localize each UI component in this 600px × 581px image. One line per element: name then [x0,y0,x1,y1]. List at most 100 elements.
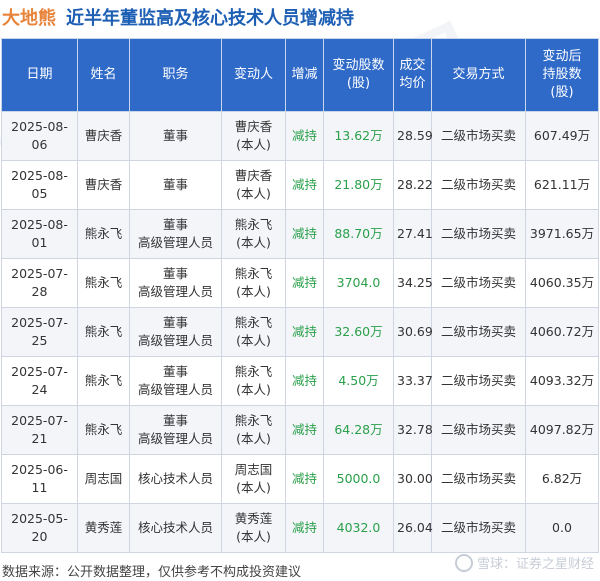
change-type-cell: 减持 [285,111,324,161]
date-cell: 2025-07-24 [1,356,78,406]
actor-line: 熊永飞 [234,413,273,428]
change-type-cell: 减持 [285,356,324,406]
name-cell: 熊永飞 [77,209,130,259]
holding-after-cell: 4060.72万 [525,307,599,357]
actor-cell: 周志国 (本人) [221,454,286,504]
column-header: 日期 [1,38,78,112]
actor-cell: 曹庆香 (本人) [221,160,286,210]
trade-method-cell: 二级市场买卖 [431,405,526,455]
shares-changed-cell: 3704.0 [323,258,394,308]
date-cell: 2025-08-06 [1,111,78,161]
name-cell: 熊永飞 [77,405,130,455]
avg-price-cell: 28.59 [393,111,433,161]
actor-line: 熊永飞 [234,364,273,379]
shares-changed-cell: 64.28万 [323,405,394,455]
role-cell: 董事 高级管理人员 [129,356,222,406]
column-header: 姓名 [77,38,130,112]
shares-changed-cell: 21.80万 [323,160,394,210]
role-line: 高级管理人员 [137,382,213,397]
table-row: 2025-05-20 黄秀莲 核心技术人员 黄秀莲 (本人) 减持 4032.0 26.04 二… [1,503,599,553]
avg-price-cell: 26.04 [393,503,433,553]
name-cell: 曹庆香 [77,111,130,161]
trade-method-cell: 二级市场买卖 [431,454,526,504]
role-line: 董事 [162,266,188,281]
date-cell: 2025-07-21 [1,405,78,455]
role-line: 董事 [162,217,188,232]
table-row: 2025-07-24 熊永飞 董事 高级管理人员 熊永飞 (本人) 减持 4.50万 33.37… [1,356,599,406]
table-row: 2025-07-21 熊永飞 董事 高级管理人员 熊永飞 (本人) 减持 64.28万 32.7… [1,405,599,455]
trade-method-cell: 二级市场买卖 [431,258,526,308]
company-name: 大地熊 [2,8,56,29]
holding-after-cell: 3971.65万 [525,209,599,259]
actor-line: (本人) [236,235,271,250]
actor-line: 周志国 [234,462,273,477]
actor-line: (本人) [236,382,271,397]
role-cell: 董事 [129,160,222,210]
role-cell: 董事 [129,111,222,161]
actor-line: (本人) [236,137,271,152]
actor-cell: 熊永飞 (本人) [221,258,286,308]
role-line: 董事 [162,177,188,192]
actor-cell: 黄秀莲 (本人) [221,503,286,553]
change-type-cell: 减持 [285,503,324,553]
change-type-cell: 减持 [285,307,324,357]
trade-method-cell: 二级市场买卖 [431,160,526,210]
table-row: 2025-07-28 熊永飞 董事 高级管理人员 熊永飞 (本人) 减持 3704.0 34.2… [1,258,599,308]
date-cell: 2025-07-28 [1,258,78,308]
holding-after-cell: 0.0 [525,503,599,553]
actor-line: (本人) [236,480,271,495]
role-line: 董事 [162,413,188,428]
shares-changed-cell: 5000.0 [323,454,394,504]
change-type-cell: 减持 [285,160,324,210]
actor-line: 熊永飞 [234,217,273,232]
actor-line: 曹庆香 [234,168,273,183]
role-line: 核心技术人员 [137,471,213,486]
table-header-row: 日期 姓名 职务 变动人 增减 变动股数 (股) 成交 均价 交易方式 变动后 持股数 (股) [1,38,599,112]
data-source-note: 数据来源：公开数据整理，仅供参考不构成投资建议 [2,565,302,580]
holding-after-cell: 4060.35万 [525,258,599,308]
actor-line: 黄秀莲 [234,511,273,526]
role-cell: 董事 高级管理人员 [129,307,222,357]
holding-after-cell: 607.49万 [525,111,599,161]
role-line: 核心技术人员 [137,520,213,535]
shares-changed-cell: 88.70万 [323,209,394,259]
holding-after-cell: 4093.32万 [525,356,599,406]
column-header: 变动后 持股数 (股) [525,38,599,112]
change-type-cell: 减持 [285,454,324,504]
avg-price-cell: 27.41 [393,209,433,259]
actor-cell: 曹庆香 (本人) [221,111,286,161]
name-cell: 熊永飞 [77,258,130,308]
shares-changed-cell: 13.62万 [323,111,394,161]
role-line: 董事 [162,315,188,330]
date-cell: 2025-06-11 [1,454,78,504]
column-header: 增减 [285,38,324,112]
actor-line: (本人) [236,186,271,201]
role-line: 高级管理人员 [137,333,213,348]
avg-price-cell: 30.69 [393,307,433,357]
table-row: 2025-07-25 熊永飞 董事 高级管理人员 熊永飞 (本人) 减持 32.60万 30.6… [1,307,599,357]
holding-after-cell: 4097.82万 [525,405,599,455]
insider-trading-table: 日期 姓名 职务 变动人 增减 变动股数 (股) 成交 均价 交易方式 变动后 持股数 (股) … [1,38,599,553]
actor-line: 熊永飞 [234,315,273,330]
trade-method-cell: 二级市场买卖 [431,307,526,357]
actor-cell: 熊永飞 (本人) [221,356,286,406]
column-header: 变动股数 (股) [323,38,394,112]
holding-after-cell: 621.11万 [525,160,599,210]
date-cell: 2025-08-05 [1,160,78,210]
role-cell: 董事 高级管理人员 [129,209,222,259]
role-line: 高级管理人员 [137,284,213,299]
shares-changed-cell: 4032.0 [323,503,394,553]
actor-line: 曹庆香 [234,119,273,134]
actor-cell: 熊永飞 (本人) [221,209,286,259]
name-cell: 黄秀莲 [77,503,130,553]
trade-method-cell: 二级市场买卖 [431,209,526,259]
table-body: 2025-08-06 曹庆香 董事 曹庆香 (本人) 减持 13.62万 28.59 二级市场买… [1,111,599,553]
name-cell: 曹庆香 [77,160,130,210]
actor-line: (本人) [236,529,271,544]
actor-cell: 熊永飞 (本人) [221,405,286,455]
role-cell: 董事 高级管理人员 [129,258,222,308]
corner-watermark: 雪球：证券之星财经 [454,553,594,572]
name-cell: 熊永飞 [77,356,130,406]
change-type-cell: 减持 [285,405,324,455]
role-line: 董事 [162,128,188,143]
